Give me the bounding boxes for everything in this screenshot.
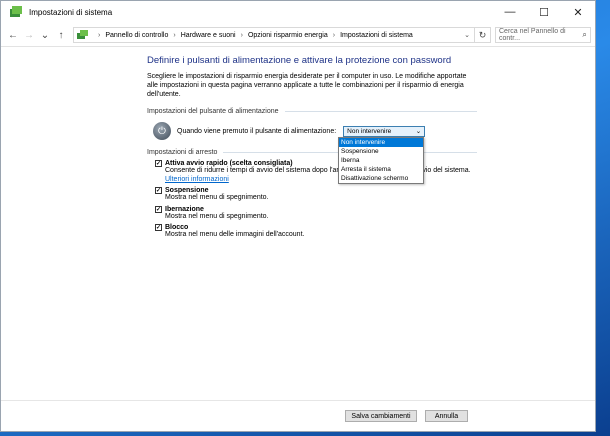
option-description: Consente di ridurre i tempi di avvio del… (165, 167, 471, 174)
section-title-text: Impostazioni del pulsante di alimentazio… (147, 108, 279, 115)
page-title: Definire i pulsanti di alimentazione e a… (147, 55, 452, 66)
control-panel-icon (10, 6, 22, 17)
power-action-dropdown-list: Non intervenire Sospensione Iberna Arres… (338, 137, 424, 184)
shutdown-options: ✓ Attiva avvio rapido (scelta consigliat… (155, 160, 477, 240)
breadcrumb-hardware-sound[interactable]: Hardware e suoni (181, 32, 236, 39)
search-placeholder: Cerca nel Pannello di contr... (499, 28, 566, 42)
forward-button[interactable]: → (21, 26, 37, 44)
footer-bar: Salva cambiamenti Annulla (1, 400, 595, 431)
hibernate-checkbox[interactable]: ✓ (155, 205, 162, 213)
option-description: Mostra nel menu di spegnimento. (165, 194, 269, 201)
search-input[interactable]: Cerca nel Pannello di contr... ⌕ (495, 27, 591, 43)
option-title: Ibernazione (165, 205, 204, 213)
more-info-link[interactable]: Ulteriori informazioni (165, 176, 229, 183)
address-bar[interactable]: › Pannello di controllo › Hardware e suo… (73, 27, 475, 43)
control-panel-icon (77, 30, 88, 39)
cancel-button[interactable]: Annulla (425, 410, 468, 422)
page-description: Scegliere le impostazioni di risparmio e… (147, 73, 467, 98)
dropdown-option-sleep[interactable]: Sospensione (339, 147, 423, 156)
chevron-down-icon: ⌄ (415, 128, 422, 135)
sleep-checkbox[interactable]: ✓ (155, 187, 162, 194)
dropdown-option-shutdown[interactable]: Arresta il sistema (339, 165, 423, 174)
dropdown-option-hibernate[interactable]: Iberna (339, 156, 423, 165)
search-icon: ⌕ (582, 30, 587, 39)
back-button[interactable]: ← (5, 26, 21, 44)
option-description: Mostra nel menu delle immagini dell'acco… (165, 231, 305, 238)
option-title: Sospensione (165, 187, 209, 194)
section-title-text: Impostazioni di arresto (147, 149, 218, 156)
option-title: Attiva avvio rapido (scelta consigliata) (165, 160, 293, 167)
fast-startup-checkbox[interactable]: ✓ (155, 160, 162, 167)
maximize-button[interactable]: ☐ (527, 1, 561, 23)
system-settings-window: Impostazioni di sistema — ☐ ✕ ← → ⌄ ↑ › … (0, 0, 596, 432)
power-icon: ⏻ (153, 122, 171, 140)
refresh-button[interactable]: ↻ (475, 27, 491, 43)
option-sleep: ✓ Sospensione Mostra nel menu di spegnim… (155, 187, 477, 203)
power-action-selected: Non intervenire (347, 127, 392, 135)
address-row: ← → ⌄ ↑ › Pannello di controllo › Hardwa… (1, 24, 595, 47)
power-button-section-title: Impostazioni del pulsante di alimentazio… (147, 108, 477, 115)
window-title: Impostazioni di sistema (29, 7, 113, 17)
power-button-row: ⏻ Quando viene premuto il pulsante di al… (153, 122, 477, 140)
option-fast-startup: ✓ Attiva avvio rapido (scelta consigliat… (155, 160, 477, 184)
breadcrumb-power-options[interactable]: Opzioni risparmio energia (248, 32, 328, 39)
title-bar: Impostazioni di sistema — ☐ ✕ (1, 1, 595, 24)
option-lock: ✓ Blocco Mostra nel menu delle immagini … (155, 224, 477, 240)
shutdown-section-title: Impostazioni di arresto (147, 149, 477, 156)
main-content: Definire i pulsanti di alimentazione e a… (147, 55, 477, 243)
chevron-right-icon: › (332, 31, 336, 39)
close-button[interactable]: ✕ (561, 1, 595, 23)
chevron-right-icon: › (240, 31, 243, 39)
chevron-right-icon: › (173, 31, 176, 39)
option-description: Mostra nel menu di spegnimento. (165, 212, 269, 220)
recent-locations-dropdown[interactable]: ⌄ (37, 26, 53, 44)
chevron-down-icon[interactable]: ⌄ (460, 31, 474, 39)
chevron-right-icon: › (98, 31, 101, 39)
lock-checkbox[interactable]: ✓ (155, 224, 162, 231)
up-button[interactable]: ↑ (53, 26, 69, 44)
breadcrumb-system-settings[interactable]: Impostazioni di sistema (340, 32, 413, 39)
dropdown-option-turn-off-display[interactable]: Disattivazione schermo (339, 174, 423, 183)
option-title: Blocco (165, 224, 189, 231)
dropdown-option-do-nothing[interactable]: Non intervenire (339, 138, 423, 147)
section-divider (284, 111, 477, 112)
power-action-select[interactable]: Non intervenire ⌄ (343, 125, 426, 137)
save-changes-button[interactable]: Salva cambiamenti (345, 410, 417, 422)
power-button-label: Quando viene premuto il pulsante di alim… (177, 127, 337, 135)
breadcrumb-control-panel[interactable]: Pannello di controllo (105, 32, 168, 39)
minimize-button[interactable]: — (493, 1, 527, 23)
option-hibernate: ✓ Ibernazione Mostra nel menu di spegnim… (155, 205, 477, 222)
